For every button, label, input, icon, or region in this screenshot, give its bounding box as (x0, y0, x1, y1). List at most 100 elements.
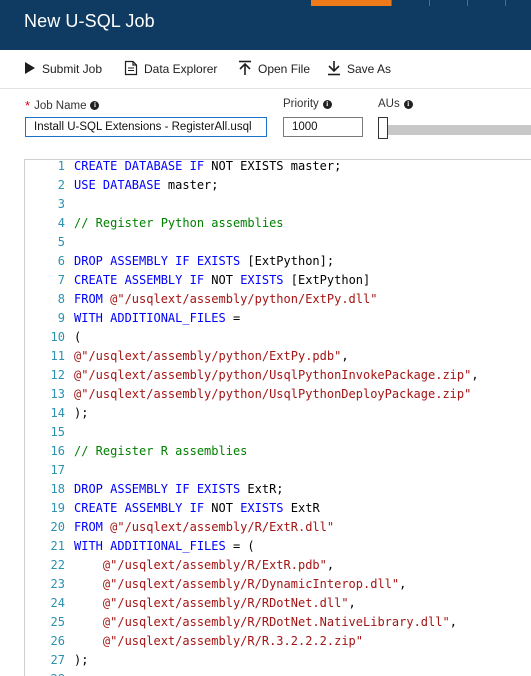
code-text: @"/usqlext/assembly/R/R.3.2.2.2.zip" (74, 632, 363, 651)
code-token: CREATE ASSEMBLY IF (74, 273, 212, 287)
info-icon[interactable]: i (403, 99, 413, 109)
code-line[interactable]: 12 @"/usqlext/assembly/python/UsqlPythonI… (25, 366, 479, 385)
line-number: 21 (50, 539, 65, 553)
code-line[interactable]: 19 CREATE ASSEMBLY IF NOT EXISTS ExtR (25, 499, 479, 518)
code-line[interactable]: 6 DROP ASSEMBLY IF EXISTS [ExtPython]; (25, 252, 479, 271)
data-explorer-button[interactable]: Data Explorer (124, 50, 217, 88)
line-number: 26 (50, 634, 65, 648)
priority-input[interactable] (283, 117, 363, 137)
aus-slider-thumb[interactable] (378, 117, 388, 139)
code-line[interactable]: 17 (25, 461, 479, 480)
line-number: 2 (57, 178, 65, 192)
job-name-label-text: Job Name (34, 99, 87, 112)
code-token: DROP ASSEMBLY IF EXISTS (74, 482, 248, 496)
info-icon[interactable]: i (90, 101, 100, 110)
code-token: EXISTS (240, 273, 291, 287)
code-line[interactable]: 14); (25, 404, 479, 423)
code-line[interactable]: 25 @"/usqlext/assembly/R/RDotNet.NativeL… (25, 613, 479, 632)
code-line[interactable]: 3 (25, 195, 479, 214)
code-text: ); (74, 651, 88, 670)
code-token: [ExtPython] (290, 273, 371, 287)
code-line[interactable]: 9 WITH ADDITIONAL_FILES = (25, 309, 479, 328)
code-line[interactable]: 4 // Register Python assemblies (25, 214, 479, 233)
code-token: ); (74, 653, 89, 667)
aus-slider-track[interactable] (388, 125, 531, 135)
line-number: 25 (50, 615, 65, 629)
play-icon (24, 61, 42, 78)
code-line[interactable]: 2 USE DATABASE master; (25, 176, 479, 195)
code-line[interactable]: 22 @"/usqlext/assembly/R/ExtR.pdb", (25, 556, 479, 575)
job-name-input[interactable] (25, 117, 267, 137)
line-number: 18 (50, 482, 65, 496)
code-token: USE DATABASE (74, 178, 168, 192)
open-file-label: Open File (258, 62, 311, 76)
code-line[interactable]: 26 @"/usqlext/assembly/R/R.3.2.2.2.zip" (25, 632, 479, 651)
code-line[interactable]: 27); (25, 651, 479, 670)
code-text: @"/usqlext/assembly/python/ExtPy.pdb", (74, 347, 349, 366)
code-line[interactable]: 18 DROP ASSEMBLY IF EXISTS ExtR; (25, 480, 479, 499)
code-text: FROM @"/usqlext/assembly/python/ExtPy.dl… (74, 290, 377, 309)
code-token: @"/usqlext/assembly/python/ExtPy.dll" (110, 292, 378, 306)
code-line[interactable]: 23 @"/usqlext/assembly/R/DynamicInterop.… (25, 575, 479, 594)
line-number: 16 (50, 444, 65, 458)
script-editor[interactable]: 1 CREATE DATABASE IF NOT EXISTS master; 2 U… (24, 159, 531, 676)
line-number: 5 (57, 235, 65, 249)
code-token: // Register Python assemblies (74, 216, 284, 230)
line-number: 7 (57, 273, 65, 287)
code-line[interactable]: 28 (25, 670, 479, 676)
document-icon (124, 60, 144, 79)
line-number: 27 (50, 653, 65, 667)
save-as-label: Save As (347, 62, 392, 76)
code-token: , (341, 349, 349, 363)
line-number: 9 (57, 311, 65, 325)
code-line[interactable]: 8 FROM @"/usqlext/assembly/python/ExtPy.d… (25, 290, 479, 309)
code-line[interactable]: 13 @"/usqlext/assembly/python/UsqlPythonD… (25, 385, 479, 404)
code-line[interactable]: 10 ( (25, 328, 479, 347)
code-line[interactable]: 11 @"/usqlext/assembly/python/ExtPy.pdb", (25, 347, 479, 366)
line-number: 15 (50, 425, 65, 439)
open-file-button[interactable]: Open File (238, 50, 310, 88)
line-number: 23 (50, 577, 65, 591)
job-settings: * Job Name i Priority i AUs i (0, 89, 531, 159)
code-text: CREATE DATABASE IF NOT EXISTS master; (74, 160, 341, 176)
code-token: , (449, 615, 457, 629)
code-token: = ( (232, 539, 255, 553)
line-number: 17 (50, 463, 65, 477)
code-token: FROM (74, 520, 111, 534)
code-line[interactable]: 15 (25, 423, 479, 442)
info-icon[interactable]: i (322, 99, 332, 109)
tab-divider (467, 0, 468, 6)
code-token: ExtR; (247, 482, 284, 496)
code-line[interactable]: 7 CREATE ASSEMBLY IF NOT EXISTS [ExtPytho… (25, 271, 479, 290)
line-number: 11 (50, 349, 65, 363)
code-line[interactable]: 20 FROM @"/usqlext/assembly/R/ExtR.dll" (25, 518, 479, 537)
code-token: @"/usqlext/assembly/python/UsqlPythonInv… (74, 368, 472, 382)
code-text: // Register R assemblies (74, 442, 247, 461)
code-line[interactable]: 1 CREATE DATABASE IF NOT EXISTS master; (25, 160, 479, 176)
code-line[interactable]: 16 // Register R assemblies (25, 442, 479, 461)
code-token: [ExtPython]; (247, 254, 335, 268)
code-text: WITH ADDITIONAL_FILES = ( (74, 537, 255, 556)
code-token: WITH ADDITIONAL_FILES (74, 539, 233, 553)
code-text: DROP ASSEMBLY IF EXISTS ExtR; (74, 480, 284, 499)
line-number: 22 (50, 558, 65, 572)
blade-header: New U-SQL Job (0, 0, 531, 50)
code-text: // Register Python assemblies (74, 214, 284, 233)
active-tab-indicator[interactable] (311, 0, 391, 6)
submit-job-button[interactable]: Submit Job (24, 50, 102, 88)
code-token: NOT (211, 501, 241, 515)
priority-label: Priority i (283, 98, 332, 110)
code-line[interactable]: 5 (25, 233, 479, 252)
code-lines: 1 CREATE DATABASE IF NOT EXISTS master; 2 U… (25, 160, 479, 676)
code-token: FROM (74, 292, 111, 306)
code-line[interactable]: 24 @"/usqlext/assembly/R/RDotNet.dll", (25, 594, 479, 613)
code-line[interactable]: 21 WITH ADDITIONAL_FILES = ( (25, 537, 479, 556)
save-as-button[interactable]: Save As (327, 50, 391, 88)
line-number: 14 (50, 406, 65, 420)
code-token: @"/usqlext/assembly/python/UsqlPythonDep… (74, 387, 472, 401)
line-number: 10 (50, 330, 65, 344)
line-number: 12 (50, 368, 65, 382)
code-token: EXISTS (240, 501, 291, 515)
